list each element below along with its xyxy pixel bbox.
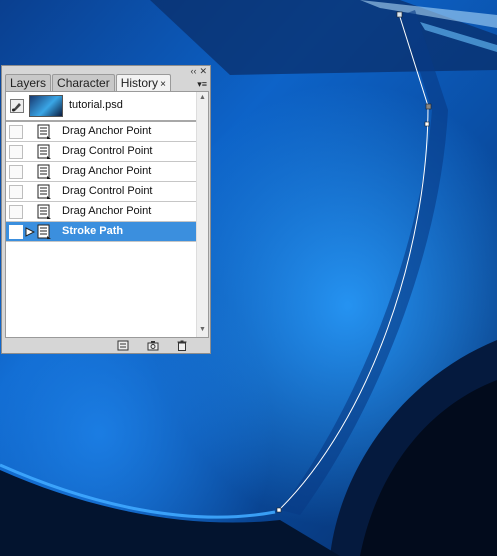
snapshot-thumbnail: [29, 95, 63, 117]
tab-close-icon[interactable]: ×: [160, 79, 166, 90]
tab-layers[interactable]: Layers: [5, 74, 52, 91]
anchor-point[interactable]: [396, 11, 403, 18]
tab-label: Layers: [10, 76, 47, 90]
scroll-down-icon[interactable]: ▼: [199, 326, 206, 333]
history-state-label: Drag Anchor Point: [62, 165, 152, 177]
history-state-icon: [37, 124, 51, 139]
history-state-icon: [37, 204, 51, 219]
history-state-icon: [37, 164, 51, 179]
history-list: tutorial.psd Drag Anchor Point Drag Cont…: [5, 91, 209, 338]
anchor-point[interactable]: [425, 103, 432, 110]
history-brush-source-checkbox[interactable]: [9, 225, 23, 239]
history-scrollbar[interactable]: ▲ ▼: [196, 92, 208, 337]
history-brush-icon[interactable]: [10, 99, 24, 113]
history-state-icon: [37, 184, 51, 199]
scroll-up-icon[interactable]: ▲: [199, 94, 206, 101]
history-state-row[interactable]: Drag Control Point: [6, 142, 197, 162]
history-state-row-active[interactable]: Stroke Path: [6, 222, 197, 242]
snapshot-row[interactable]: tutorial.psd: [6, 92, 198, 122]
tab-label: Character: [57, 76, 110, 90]
panel-controls: ‹‹ ✕: [190, 66, 207, 77]
history-brush-source-checkbox[interactable]: [9, 125, 23, 139]
tab-character[interactable]: Character: [52, 74, 115, 91]
history-state-row[interactable]: Drag Anchor Point: [6, 122, 197, 142]
trash-icon[interactable]: [176, 340, 188, 351]
tab-history[interactable]: History ×: [115, 74, 171, 91]
history-state-label: Stroke Path: [62, 225, 124, 237]
snapshot-label: tutorial.psd: [69, 99, 123, 111]
history-state-label: Drag Control Point: [62, 185, 153, 197]
history-state-label: Drag Control Point: [62, 145, 153, 157]
history-state-row[interactable]: Drag Control Point: [6, 182, 197, 202]
history-brush-source-checkbox[interactable]: [9, 205, 23, 219]
history-state-row[interactable]: Drag Anchor Point: [6, 202, 197, 222]
minimize-icon[interactable]: ‹‹: [190, 67, 196, 76]
tab-label: History: [120, 76, 159, 90]
current-state-marker-icon[interactable]: [25, 227, 35, 237]
history-state-row[interactable]: Drag Anchor Point: [6, 162, 197, 182]
panel-menu-icon[interactable]: ▾≡: [197, 79, 207, 90]
panel-footer: [2, 338, 210, 353]
panel-tabs: Layers Character History ×: [5, 74, 172, 91]
history-brush-source-checkbox[interactable]: [9, 165, 23, 179]
history-brush-source-checkbox[interactable]: [9, 145, 23, 159]
anchor-point[interactable]: [276, 507, 282, 513]
close-icon[interactable]: ✕: [199, 67, 207, 76]
history-panel: ‹‹ ✕ Layers Character History × ▾≡ tutori…: [1, 65, 211, 354]
history-state-icon: [37, 144, 51, 159]
history-state-label: Drag Anchor Point: [62, 125, 152, 137]
anchor-point[interactable]: [424, 121, 430, 127]
history-brush-source-checkbox[interactable]: [9, 185, 23, 199]
snapshot-camera-icon[interactable]: [147, 340, 159, 351]
new-document-icon[interactable]: [117, 340, 129, 351]
history-state-icon: [37, 224, 51, 239]
history-state-label: Drag Anchor Point: [62, 205, 152, 217]
